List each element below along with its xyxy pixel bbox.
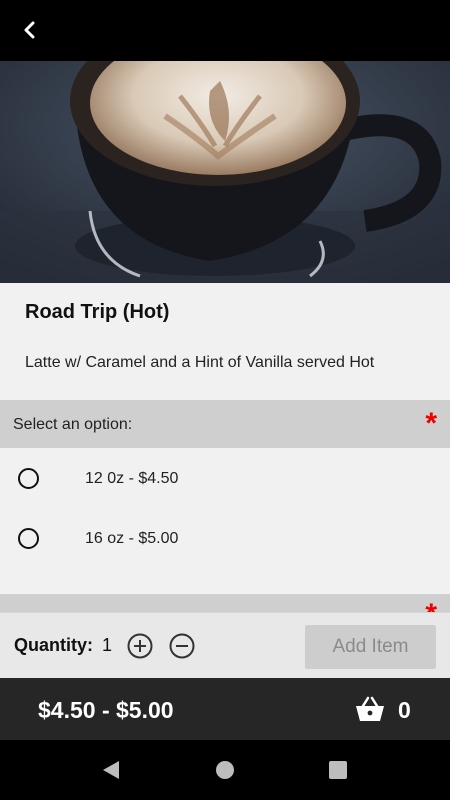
option-label: 12 0z - $4.50: [85, 470, 179, 487]
add-item-button[interactable]: Add Item: [305, 625, 436, 669]
plus-circle-icon[interactable]: [127, 633, 153, 659]
product-image: [0, 61, 450, 283]
option-section-title: Select an option:: [13, 416, 133, 433]
nav-recents-icon[interactable]: [327, 759, 349, 781]
price-bar: $4.50 - $5.00 0: [0, 678, 450, 740]
minus-circle-icon[interactable]: [169, 633, 195, 659]
next-section-header-peek: *: [0, 594, 450, 614]
latte-photo: [0, 61, 450, 283]
quantity-value: 1: [102, 635, 113, 655]
radio-button[interactable]: [18, 468, 39, 489]
cart-count: 0: [398, 697, 411, 723]
radio-button[interactable]: [18, 528, 39, 549]
price-range: $4.50 - $5.00: [38, 697, 174, 723]
item-description: Latte w/ Caramel and a Hint of Vanilla s…: [25, 354, 375, 371]
required-marker: *: [425, 407, 437, 440]
option-section-header: Select an option: *: [0, 400, 450, 448]
item-details: Road Trip (Hot) Latte w/ Caramel and a H…: [0, 283, 450, 400]
nav-back-icon[interactable]: [100, 759, 122, 781]
option-16oz[interactable]: 16 oz - $5.00: [0, 511, 450, 567]
top-app-bar: [0, 0, 450, 61]
quantity-label: Quantity:: [14, 635, 93, 655]
item-title: Road Trip (Hot): [25, 301, 170, 323]
option-12oz[interactable]: 12 0z - $4.50: [0, 451, 450, 507]
back-button[interactable]: [14, 14, 46, 46]
option-label: 16 oz - $5.00: [85, 530, 179, 547]
shopping-basket-icon[interactable]: [355, 695, 385, 723]
quantity-bar: Quantity: 1 Add Item: [0, 612, 450, 678]
nav-home-icon[interactable]: [214, 759, 236, 781]
chevron-left-icon: [24, 21, 35, 39]
system-navigation-bar: [0, 740, 450, 800]
